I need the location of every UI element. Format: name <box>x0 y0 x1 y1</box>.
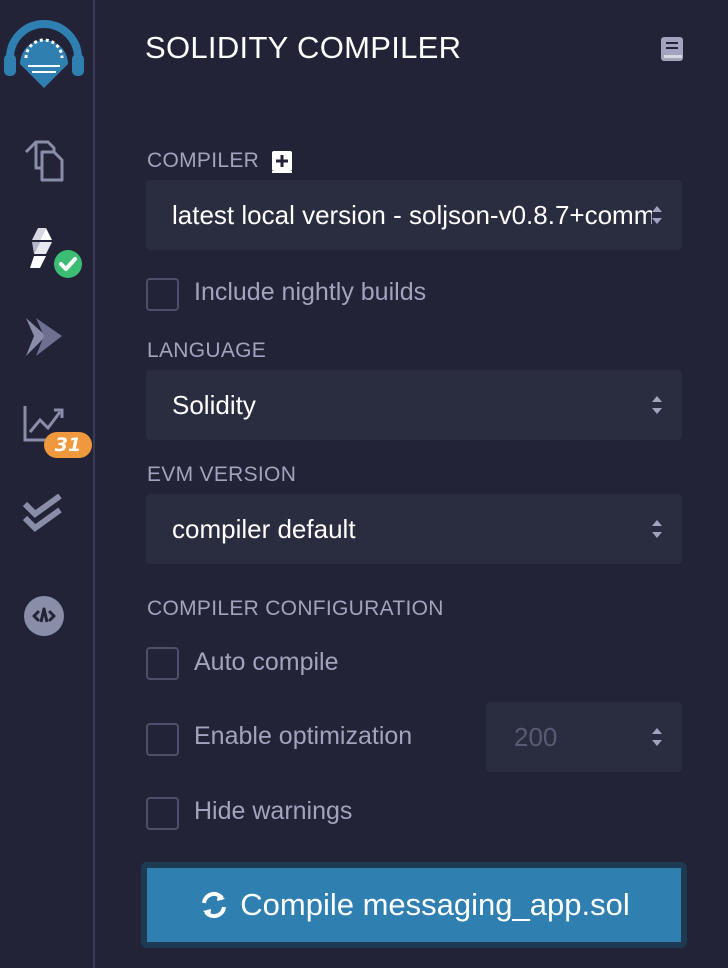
select-arrows-icon <box>652 520 662 538</box>
plus-square-icon[interactable] <box>271 150 293 174</box>
stepper-arrows-icon[interactable] <box>650 724 664 750</box>
notification-badge: 31 <box>44 432 92 458</box>
select-arrows-icon <box>652 206 662 224</box>
enable-optimization-label: Enable optimization <box>194 722 413 750</box>
hide-warnings-label: Hide warnings <box>194 797 353 825</box>
deploy-run-icon[interactable] <box>22 316 66 358</box>
evm-version-select-value: compiler default <box>172 513 356 544</box>
optimization-runs-value: 200 <box>514 721 558 752</box>
auto-compile-checkbox[interactable] <box>146 647 179 680</box>
enable-optimization-checkbox[interactable] <box>146 723 179 756</box>
nightly-label: Include nightly builds <box>194 278 427 306</box>
select-arrows-icon <box>652 396 662 414</box>
optimization-runs-input[interactable]: 200 <box>486 702 682 772</box>
compile-button[interactable]: Compile messaging_app.sol <box>141 862 687 948</box>
compiler-configuration-label: COMPILER CONFIGURATION <box>147 597 444 620</box>
refresh-icon <box>202 891 227 919</box>
compiler-label: COMPILER <box>147 149 260 172</box>
panel-title: SOLIDITY COMPILER <box>145 30 462 65</box>
file-explorer-icon[interactable] <box>22 140 66 182</box>
nightly-checkbox[interactable] <box>146 278 179 311</box>
hide-warnings-checkbox[interactable] <box>146 797 179 830</box>
evm-version-label: EVM VERSION <box>147 463 297 486</box>
compiler-select-value: latest local version - soljson-v0.8.7+co… <box>172 199 652 230</box>
language-label: LANGUAGE <box>147 339 267 362</box>
solidity-compiler-icon[interactable] <box>26 226 84 280</box>
plugin-manager-icon[interactable] <box>22 594 66 638</box>
remix-logo-icon[interactable] <box>2 18 86 90</box>
book-icon[interactable] <box>660 36 684 62</box>
language-select[interactable]: Solidity <box>146 370 682 440</box>
auto-compile-label: Auto compile <box>194 648 339 676</box>
language-select-value: Solidity <box>172 389 256 420</box>
icon-panel: 31 <box>0 0 95 968</box>
evm-version-select[interactable]: compiler default <box>146 494 682 564</box>
compile-button-label: Compile messaging_app.sol <box>240 887 630 922</box>
compiler-select[interactable]: latest local version - soljson-v0.8.7+co… <box>146 180 682 250</box>
test-icon[interactable] <box>22 494 66 534</box>
